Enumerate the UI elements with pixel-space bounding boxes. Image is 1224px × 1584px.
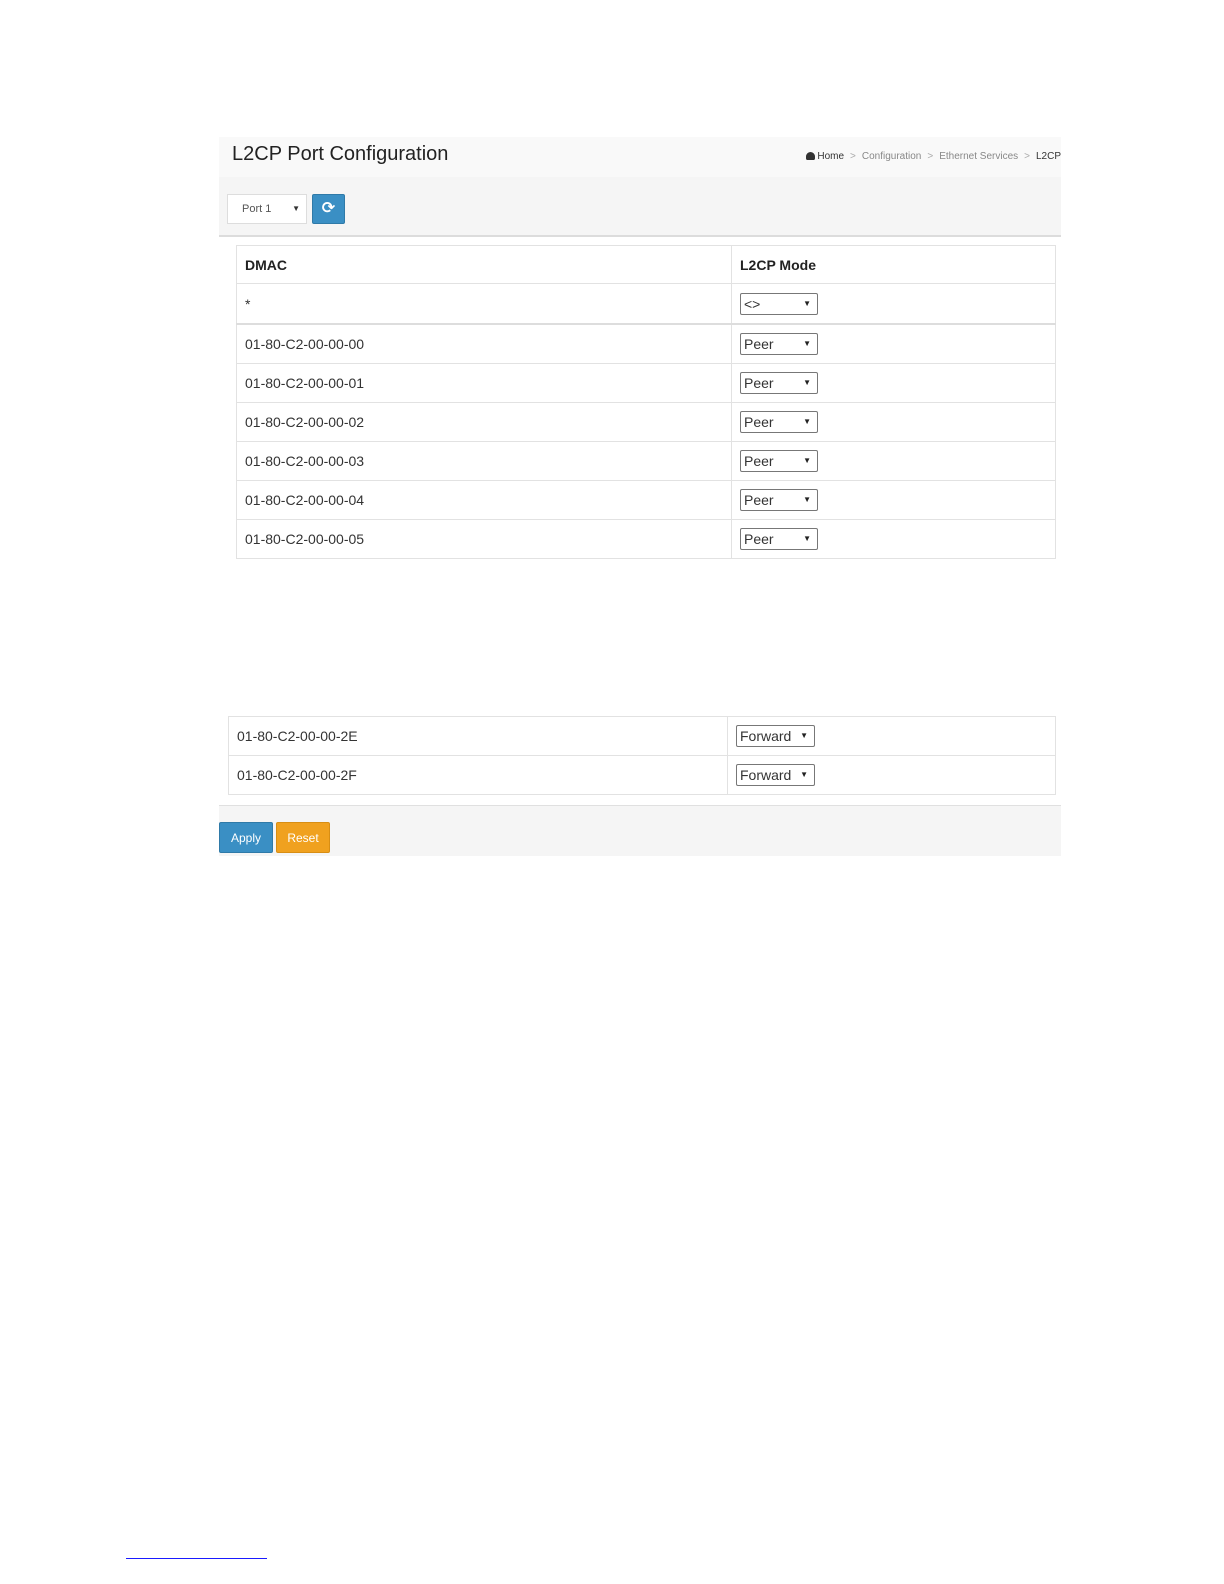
chevron-down-icon: ▼ bbox=[803, 339, 811, 348]
footnote-divider bbox=[126, 1558, 267, 1559]
l2cp-table-continued: 01-80-C2-00-00-2E Forward ▼ 01-80-C2-00-0… bbox=[228, 716, 1056, 795]
breadcrumb-home[interactable]: Home bbox=[817, 151, 844, 162]
mode-select[interactable]: Peer ▼ bbox=[740, 333, 818, 355]
page-title: L2CP Port Configuration bbox=[232, 143, 449, 165]
table-row: 01-80-C2-00-00-02 Peer ▼ bbox=[236, 402, 1056, 442]
mode-select-value: <> bbox=[744, 295, 761, 312]
table-row-all: * <> ▼ bbox=[236, 283, 1056, 325]
mode-cell: Forward ▼ bbox=[727, 755, 1056, 795]
chevron-down-icon: ▼ bbox=[803, 378, 811, 387]
mode-select-value: Peer bbox=[744, 531, 774, 547]
dmac-cell: 01-80-C2-00-00-00 bbox=[236, 323, 732, 364]
dmac-cell: 01-80-C2-00-00-01 bbox=[236, 363, 732, 403]
mode-cell: Peer ▼ bbox=[731, 480, 1056, 520]
toolbar: Port 1 ▼ ⟳ bbox=[219, 177, 1061, 237]
mode-select-value: Peer bbox=[744, 492, 774, 508]
mode-select-value: Forward bbox=[740, 728, 792, 744]
mode-select-value: Peer bbox=[744, 336, 774, 352]
table-row: 01-80-C2-00-00-05 Peer ▼ bbox=[236, 519, 1056, 559]
dmac-cell: 01-80-C2-00-00-02 bbox=[236, 402, 732, 442]
dmac-cell: 01-80-C2-00-00-05 bbox=[236, 519, 732, 559]
mode-select[interactable]: Peer ▼ bbox=[740, 528, 818, 550]
chevron-down-icon: ▼ bbox=[803, 495, 811, 504]
apply-button[interactable]: Apply bbox=[219, 822, 273, 853]
column-header-dmac: DMAC bbox=[236, 245, 732, 284]
mode-select[interactable]: Peer ▼ bbox=[740, 450, 818, 472]
mode-cell: Peer ▼ bbox=[731, 363, 1056, 403]
page-header: L2CP Port Configuration Home > Configurati… bbox=[219, 137, 1061, 178]
dmac-cell: 01-80-C2-00-00-04 bbox=[236, 480, 732, 520]
table-row: 01-80-C2-00-00-04 Peer ▼ bbox=[236, 480, 1056, 520]
mode-select-value: Peer bbox=[744, 453, 774, 469]
table-row: 01-80-C2-00-00-03 Peer ▼ bbox=[236, 441, 1056, 481]
dmac-cell: 01-80-C2-00-00-2E bbox=[228, 716, 728, 756]
refresh-icon: ⟳ bbox=[321, 200, 336, 217]
dmac-cell: 01-80-C2-00-00-03 bbox=[236, 441, 732, 481]
mode-cell: Peer ▼ bbox=[731, 519, 1056, 559]
table-row: 01-80-C2-00-00-00 Peer ▼ bbox=[236, 323, 1056, 364]
port-select-value: Port 1 bbox=[242, 203, 272, 215]
column-header-l2cp-mode: L2CP Mode bbox=[731, 245, 1056, 284]
mode-select[interactable]: Peer ▼ bbox=[740, 372, 818, 394]
breadcrumb-separator: > bbox=[927, 151, 934, 162]
mode-select-value: Peer bbox=[744, 414, 774, 430]
mode-select[interactable]: Forward ▼ bbox=[736, 725, 815, 747]
breadcrumb-separator: > bbox=[850, 151, 856, 162]
mode-select[interactable]: Peer ▼ bbox=[740, 411, 818, 433]
table-header-row: DMAC L2CP Mode bbox=[236, 245, 1056, 284]
mode-cell: Peer ▼ bbox=[731, 323, 1056, 364]
mode-cell: Peer ▼ bbox=[731, 441, 1056, 481]
home-icon bbox=[806, 152, 816, 160]
mode-select-all[interactable]: <> ▼ bbox=[740, 292, 818, 315]
chevron-down-icon: ▼ bbox=[803, 456, 811, 465]
port-select[interactable]: Port 1 ▼ bbox=[227, 194, 307, 224]
mode-cell: <> ▼ bbox=[731, 283, 1056, 325]
mode-select[interactable]: Peer ▼ bbox=[740, 489, 818, 511]
form-footer: Apply Reset bbox=[219, 805, 1061, 856]
reset-button[interactable]: Reset bbox=[276, 822, 330, 853]
table-row: 01-80-C2-00-00-2F Forward ▼ bbox=[228, 755, 1056, 795]
breadcrumb-configuration[interactable]: Configuration bbox=[862, 151, 921, 162]
mode-cell: Peer ▼ bbox=[731, 402, 1056, 442]
breadcrumb-separator: > bbox=[1024, 151, 1030, 162]
breadcrumb: Home > Configuration > Ethernet Services > L2C… bbox=[806, 151, 1061, 162]
breadcrumb-ethernet-services[interactable]: Ethernet Services bbox=[939, 151, 1018, 162]
breadcrumb-l2cp: L2CP bbox=[1035, 151, 1061, 162]
table-row: 01-80-C2-00-00-01 Peer ▼ bbox=[236, 363, 1056, 403]
mode-select[interactable]: Forward ▼ bbox=[736, 764, 815, 786]
mode-select-value: Forward bbox=[740, 767, 792, 783]
mode-cell: Forward ▼ bbox=[727, 716, 1056, 756]
mode-select-value: Peer bbox=[744, 375, 774, 391]
chevron-down-icon: ▼ bbox=[800, 731, 808, 740]
l2cp-table: DMAC L2CP Mode * <> ▼ 01-80-C2-00-00-00 P… bbox=[236, 245, 1056, 559]
chevron-down-icon: ▼ bbox=[292, 204, 300, 213]
chevron-down-icon: ▼ bbox=[800, 770, 808, 779]
table-row: 01-80-C2-00-00-2E Forward ▼ bbox=[228, 716, 1056, 756]
chevron-down-icon: ▼ bbox=[803, 298, 811, 308]
refresh-button[interactable]: ⟳ bbox=[312, 194, 345, 224]
table-gap bbox=[219, 666, 1061, 716]
dmac-cell: 01-80-C2-00-00-2F bbox=[228, 755, 728, 795]
chevron-down-icon: ▼ bbox=[803, 534, 811, 543]
chevron-down-icon: ▼ bbox=[803, 417, 811, 426]
dmac-cell: * bbox=[236, 283, 732, 325]
